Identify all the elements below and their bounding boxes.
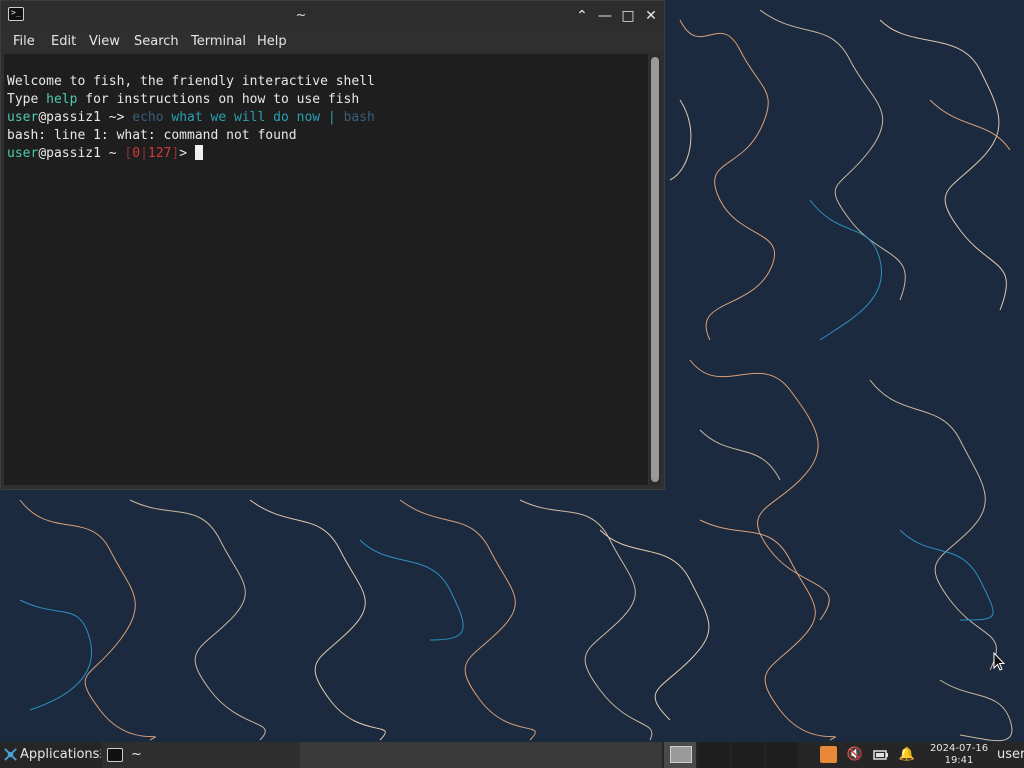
workspace-window-preview <box>670 746 692 763</box>
menu-search[interactable]: Search <box>134 34 179 49</box>
taskbar: Applications ⋮ ~ 🔇 🔔 2024-07-16 19:41 us… <box>0 742 1024 768</box>
task-button-terminal[interactable]: ~ <box>102 742 300 768</box>
prompt-line[interactable]: user@passiz1 ~ [0|127]> <box>7 145 645 163</box>
task-label: ~ <box>131 747 142 762</box>
text-cursor <box>194 145 203 160</box>
menu-terminal[interactable]: Terminal <box>191 34 246 49</box>
scrollbar-thumb[interactable] <box>651 57 659 482</box>
menu-help[interactable]: Help <box>257 34 287 49</box>
workspace-4[interactable] <box>766 742 798 768</box>
clock[interactable]: 2024-07-16 19:41 <box>926 743 992 767</box>
window-titlebar[interactable]: >_ ~ ⌃ — □ ✕ <box>1 1 664 31</box>
workspace-3[interactable] <box>732 742 764 768</box>
menu-view[interactable]: View <box>89 34 120 49</box>
window-title: ~ <box>295 8 307 23</box>
terminal-icon <box>107 748 123 762</box>
chevron-up-icon[interactable]: ⌃ <box>572 6 592 26</box>
mute-icon[interactable]: 🔇 <box>846 746 864 764</box>
battery-icon[interactable] <box>872 746 890 764</box>
menu-bar: File Edit View Search Terminal Help <box>1 31 664 53</box>
clock-date: 2024-07-16 <box>929 743 989 754</box>
mouse-pointer-icon <box>993 652 1005 671</box>
menu-file[interactable]: File <box>13 34 35 49</box>
help-line: Type help for instructions on how to use… <box>7 92 360 107</box>
xfce-logo-icon <box>4 748 17 761</box>
terminal-output[interactable]: Welcome to fish, the friendly interactiv… <box>4 54 648 485</box>
updates-icon[interactable] <box>820 746 837 763</box>
applications-menu-button[interactable]: Applications ⋮ <box>0 742 106 768</box>
bell-icon[interactable]: 🔔 <box>898 746 916 764</box>
command-line: user@passiz1 ~> echo what we will do now… <box>7 110 375 125</box>
maximize-icon[interactable]: □ <box>618 6 638 26</box>
scrollbar[interactable] <box>650 54 661 485</box>
applications-label: Applications <box>20 747 100 762</box>
minimize-icon[interactable]: — <box>595 6 615 26</box>
user-menu[interactable]: user <box>997 747 1024 762</box>
taskbar-empty-area <box>300 742 662 768</box>
menu-edit[interactable]: Edit <box>51 34 76 49</box>
error-line: bash: line 1: what: command not found <box>7 128 297 143</box>
workspace-2[interactable] <box>698 742 730 768</box>
workspace-1[interactable] <box>664 742 696 768</box>
close-icon[interactable]: ✕ <box>641 6 661 26</box>
welcome-line: Welcome to fish, the friendly interactiv… <box>7 74 375 89</box>
clock-time: 19:41 <box>944 755 974 766</box>
terminal-window[interactable]: >_ ~ ⌃ — □ ✕ File Edit View Search Termi… <box>0 0 665 490</box>
